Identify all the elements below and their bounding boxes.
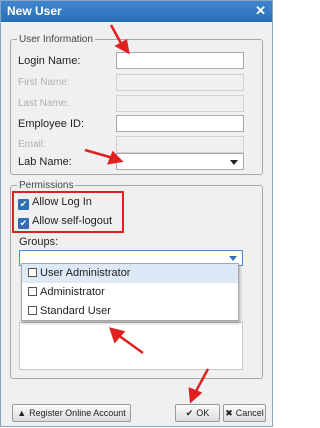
new-user-dialog: New User ✕ User Information Login Name: …: [0, 0, 273, 427]
group-option-label: User Administrator: [40, 267, 131, 279]
permissions-legend: Permissions: [19, 180, 74, 191]
register-online-account-button[interactable]: ▲ Register Online Account: [12, 404, 131, 422]
checkbox-icon: [28, 268, 37, 277]
group-option-user-administrator[interactable]: User Administrator: [22, 264, 238, 283]
chevron-down-icon: [229, 256, 237, 261]
employee-id-label: Employee ID:: [18, 118, 85, 130]
lab-name-select[interactable]: [116, 153, 244, 170]
x-icon: ✖: [225, 408, 233, 418]
group-option-administrator[interactable]: Administrator: [22, 283, 238, 302]
checkmark-icon: ✔: [18, 218, 29, 229]
login-name-label: Login Name:: [18, 55, 81, 67]
groups-dropdown: User Administrator Administrator Standar…: [21, 263, 239, 321]
checkbox-icon: [28, 306, 37, 315]
group-option-label: Administrator: [40, 286, 105, 298]
checkmark-icon: ✔: [18, 199, 29, 210]
employee-id-input[interactable]: [116, 115, 244, 132]
allow-self-logout-label: Allow self-logout: [32, 215, 113, 227]
register-label: Register Online Account: [29, 408, 126, 418]
lab-name-label: Lab Name:: [18, 156, 72, 168]
login-name-input[interactable]: [116, 52, 244, 69]
email-input: [116, 136, 244, 153]
chevron-down-icon: [230, 160, 238, 165]
last-name-label: Last Name:: [18, 98, 70, 109]
allow-log-in-label: Allow Log In: [32, 196, 92, 208]
title-bar: New User ✕: [1, 1, 272, 22]
ok-label: OK: [196, 408, 210, 418]
close-icon[interactable]: ✕: [255, 3, 266, 19]
groups-label: Groups:: [19, 236, 59, 248]
dialog-title: New User: [7, 4, 62, 18]
first-name-label: First Name:: [18, 77, 70, 88]
groups-list-area: [19, 322, 243, 370]
group-option-label: Standard User: [40, 305, 111, 317]
checkbox-icon: [28, 287, 37, 296]
allow-log-in-checkbox[interactable]: ✔ Allow Log In: [18, 196, 92, 210]
first-name-input: [116, 74, 244, 91]
ok-button[interactable]: ✔ OK: [175, 404, 220, 422]
user-information-legend: User Information: [19, 34, 93, 45]
arrow-head: [188, 387, 203, 404]
person-icon: ▲: [17, 408, 27, 418]
email-label: Email:: [18, 139, 46, 150]
cancel-label: Cancel: [235, 408, 264, 418]
last-name-input: [116, 95, 244, 112]
allow-self-logout-checkbox[interactable]: ✔ Allow self-logout: [18, 215, 112, 229]
cancel-button[interactable]: ✖ Cancel: [223, 404, 266, 422]
group-option-standard-user[interactable]: Standard User: [22, 302, 238, 321]
checkmark-icon: ✔: [185, 408, 194, 418]
